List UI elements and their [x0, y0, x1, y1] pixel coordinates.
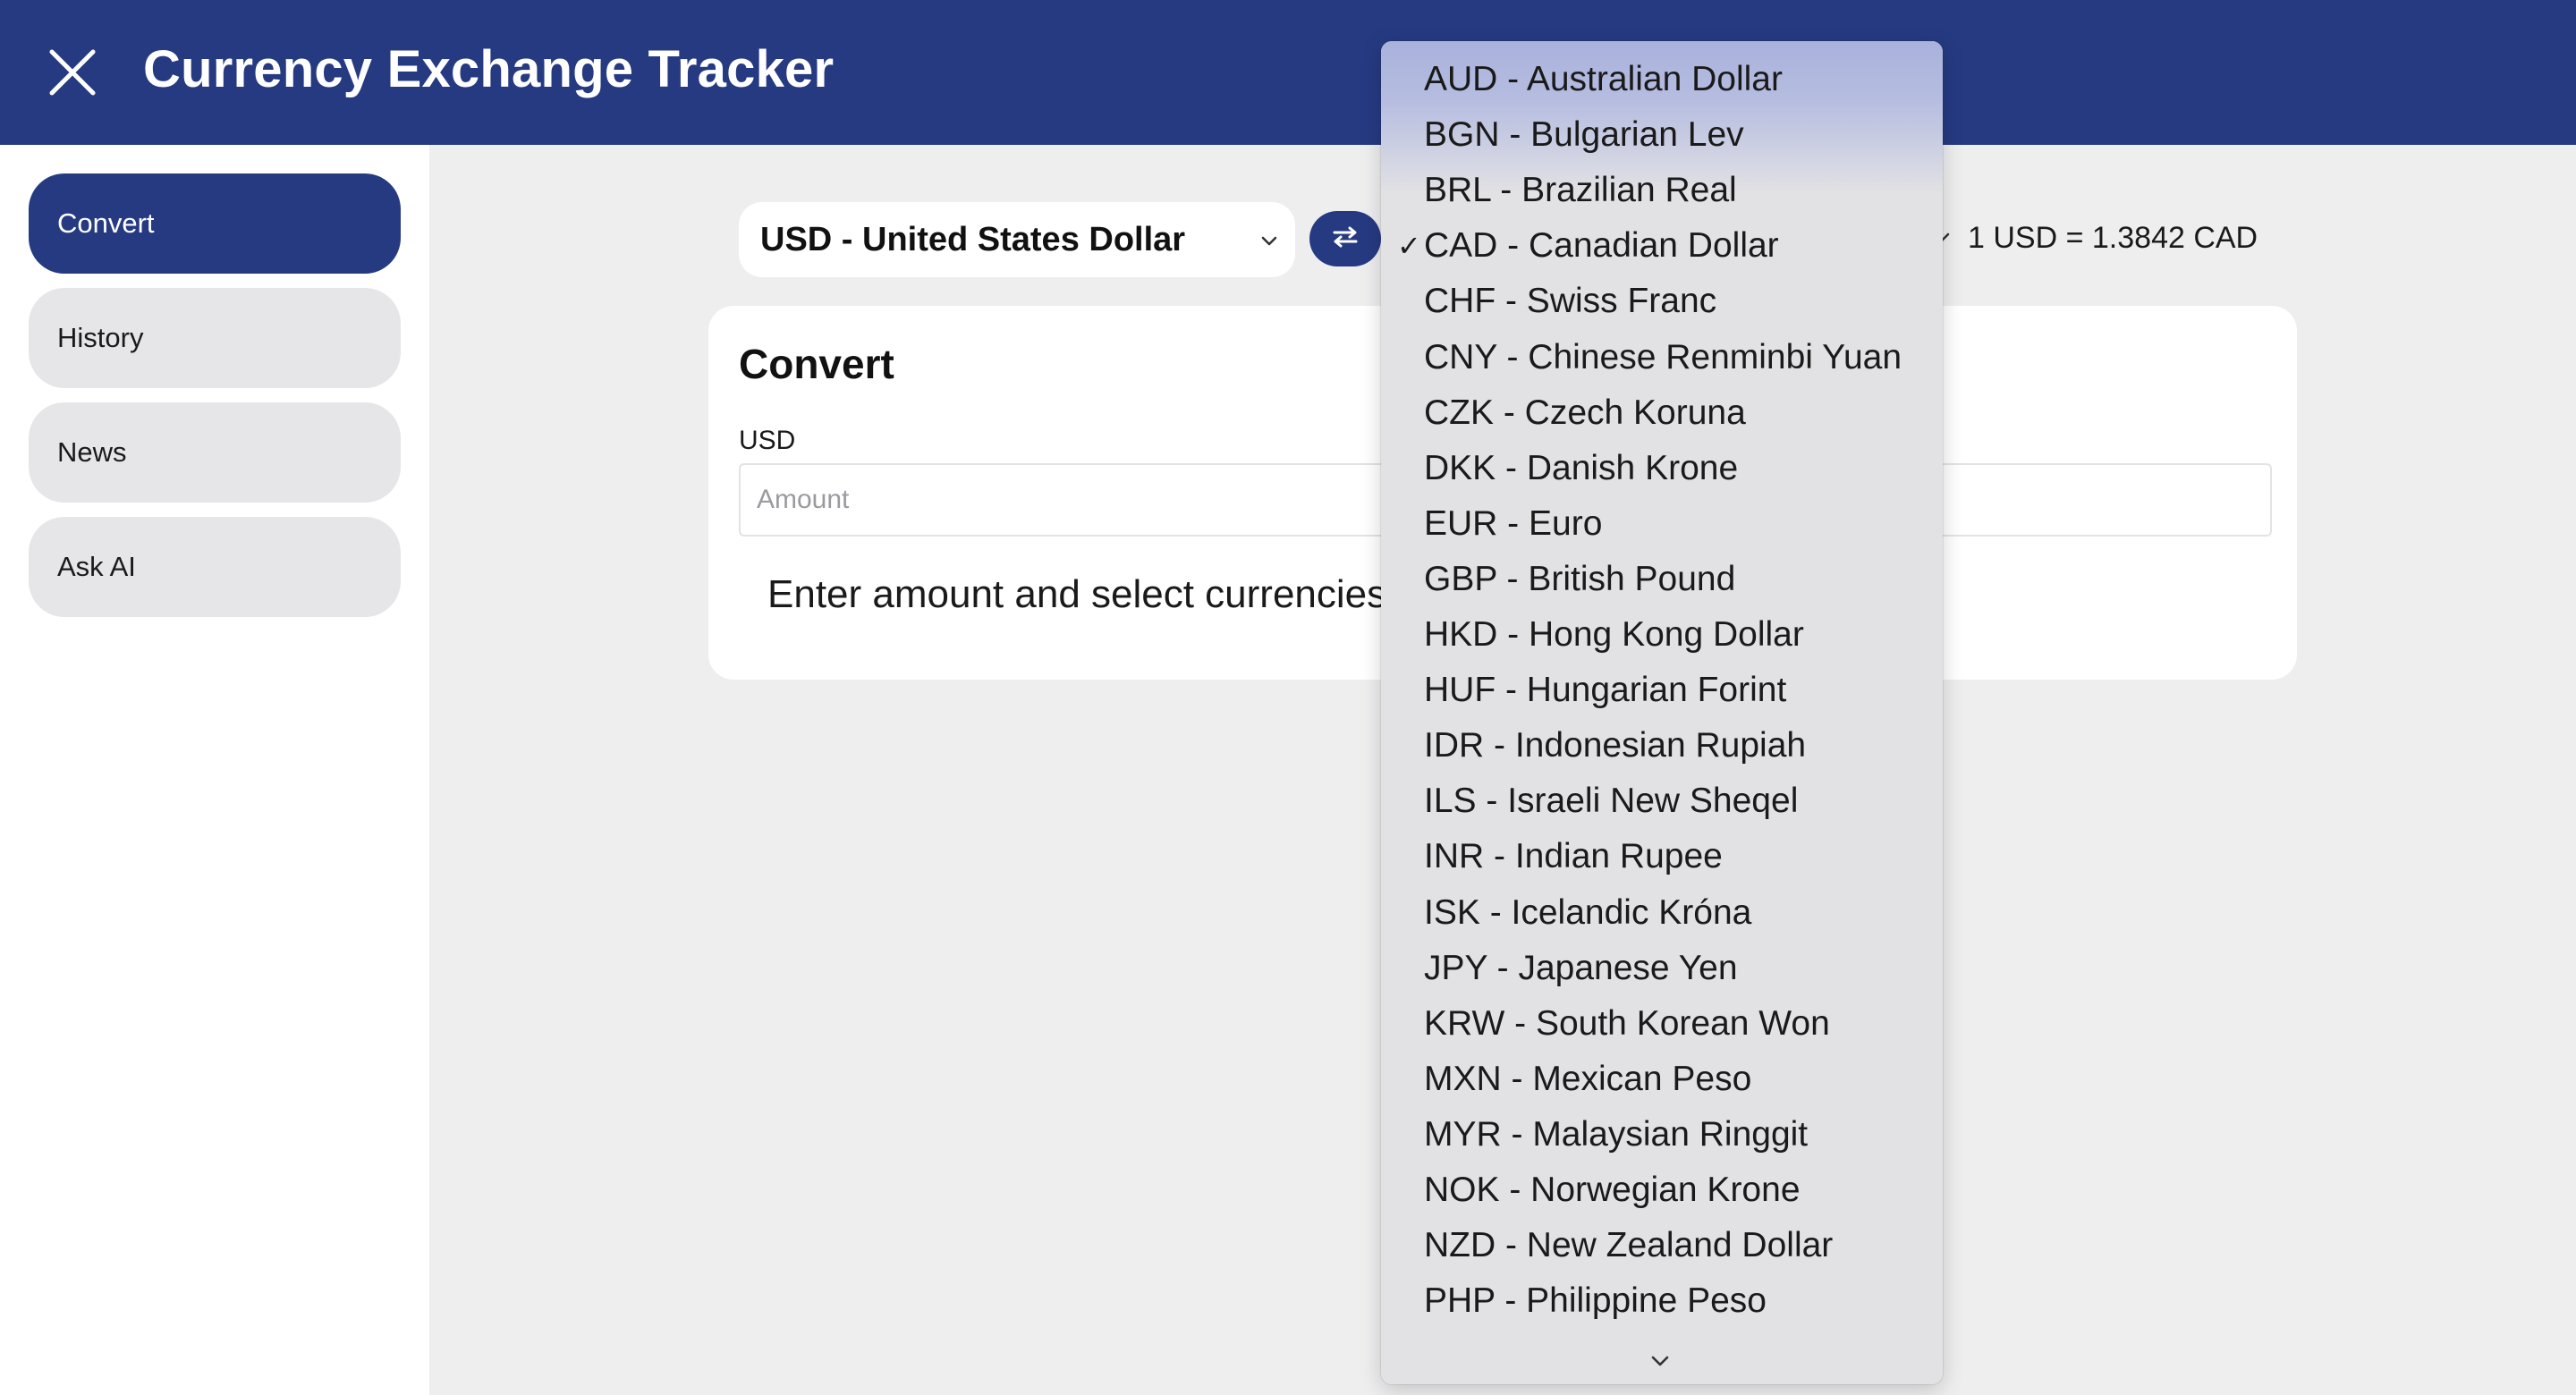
currency-option-label: MXN - Mexican Peso	[1424, 1059, 1752, 1098]
sidebar-item-label: News	[57, 436, 127, 468]
currency-option[interactable]: ✓ CAD - Canadian Dollar	[1397, 218, 1779, 274]
currency-option-label: HKD - Hong Kong Dollar	[1424, 615, 1804, 654]
from-currency-value: USD - United States Dollar	[760, 220, 1186, 258]
currency-option-label: CZK - Czech Koruna	[1424, 393, 1746, 432]
currency-option-label: DKK - Danish Krone	[1424, 448, 1739, 487]
currency-option[interactable]: EUR - Euro	[1424, 496, 1602, 552]
sidebar-item-news[interactable]: News	[29, 402, 401, 503]
currency-option[interactable]: DKK - Danish Krone	[1424, 441, 1738, 496]
currency-option[interactable]: PHP - Philippine Peso	[1424, 1273, 1767, 1329]
chevron-down-icon	[1256, 225, 1283, 252]
currency-option[interactable]: HKD - Hong Kong Dollar	[1424, 607, 1804, 663]
currency-option[interactable]: NZD - New Zealand Dollar	[1424, 1218, 1833, 1273]
currency-option[interactable]: CNY - Chinese Renminbi Yuan	[1424, 330, 1902, 385]
currency-option-label: BGN - Bulgarian Lev	[1424, 115, 1744, 155]
currency-option[interactable]: HUF - Hungarian Forint	[1424, 663, 1786, 718]
sidebar-item-label: History	[57, 322, 144, 353]
currency-option[interactable]: GBP - British Pound	[1424, 552, 1735, 607]
currency-option[interactable]: MYR - Malaysian Ringgit	[1424, 1107, 1808, 1162]
app-header: Currency Exchange Tracker	[0, 0, 2576, 145]
sidebar-item-convert[interactable]: Convert	[29, 173, 401, 274]
scroll-down-icon[interactable]	[1642, 1348, 1678, 1375]
currency-option[interactable]: INR - Indian Rupee	[1424, 829, 1723, 884]
currency-option-label: CAD - Canadian Dollar	[1424, 226, 1779, 266]
currency-option-label: INR - Indian Rupee	[1424, 837, 1723, 876]
currency-option[interactable]: NOK - Norwegian Krone	[1424, 1162, 1801, 1218]
currency-option-label: BRL - Brazilian Real	[1424, 171, 1737, 210]
sidebar: Convert History News Ask AI	[0, 145, 429, 1395]
checkmark-icon: ✓	[1397, 230, 1421, 263]
currency-option-label: IDR - Indonesian Rupiah	[1424, 726, 1807, 765]
currency-option-label: CHF - Swiss Franc	[1424, 282, 1717, 321]
currency-option[interactable]: IDR - Indonesian Rupiah	[1424, 718, 1806, 774]
sidebar-item-label: Convert	[57, 207, 155, 239]
currency-option-label: GBP - British Pound	[1424, 559, 1736, 598]
exchange-rate-text: 1 USD = 1.3842 CAD	[1968, 221, 2258, 255]
from-currency-select[interactable]: USD - United States Dollar	[739, 202, 1295, 277]
currency-option-label: NOK - Norwegian Krone	[1424, 1171, 1801, 1209]
sidebar-item-ask-ai[interactable]: Ask AI	[29, 517, 401, 617]
currency-option-label: KRW - South Korean Won	[1424, 1003, 1830, 1043]
close-icon[interactable]	[45, 45, 100, 100]
amount-label: USD	[739, 426, 796, 455]
currency-option[interactable]: ILS - Israeli New Sheqel	[1424, 774, 1798, 829]
currency-option[interactable]: AUD - Australian Dollar	[1424, 52, 1783, 107]
currency-option[interactable]: KRW - South Korean Won	[1424, 996, 1830, 1052]
swap-icon	[1329, 224, 1361, 255]
currency-option-label: PHP - Philippine Peso	[1424, 1281, 1767, 1321]
currency-option[interactable]: CHF - Swiss Franc	[1424, 274, 1716, 329]
currency-option-label: MYR - Malaysian Ringgit	[1424, 1114, 1809, 1154]
currency-option-label: HUF - Hungarian Forint	[1424, 671, 1787, 710]
currency-option-label: AUD - Australian Dollar	[1424, 60, 1783, 98]
sidebar-item-label: Ask AI	[57, 551, 136, 582]
card-title: Convert	[739, 341, 894, 387]
app-title: Currency Exchange Tracker	[143, 40, 835, 98]
currency-option-label: ILS - Israeli New Sheqel	[1424, 782, 1799, 821]
currency-option-label: CNY - Chinese Renminbi Yuan	[1424, 337, 1902, 376]
currency-option[interactable]: BRL - Brazilian Real	[1424, 163, 1737, 218]
currency-option-label: NZD - New Zealand Dollar	[1424, 1226, 1834, 1265]
conversion-hint: Enter amount and select currencies	[767, 572, 1387, 616]
currency-option[interactable]: MXN - Mexican Peso	[1424, 1052, 1751, 1107]
currency-option[interactable]: CZK - Czech Koruna	[1424, 385, 1746, 441]
currency-option[interactable]: JPY - Japanese Yen	[1424, 941, 1738, 996]
currency-dropdown-list[interactable]: AUD - Australian Dollar BGN - Bulgarian L…	[1381, 41, 1943, 1384]
currency-option-label: ISK - Icelandic Króna	[1424, 892, 1752, 932]
currency-option[interactable]: BGN - Bulgarian Lev	[1424, 107, 1744, 163]
currency-option-label: EUR - Euro	[1424, 503, 1603, 543]
sidebar-item-history[interactable]: History	[29, 288, 401, 388]
swap-button[interactable]	[1309, 211, 1381, 266]
currency-option[interactable]: ISK - Icelandic Króna	[1424, 885, 1751, 941]
currency-option-label: JPY - Japanese Yen	[1424, 948, 1738, 987]
